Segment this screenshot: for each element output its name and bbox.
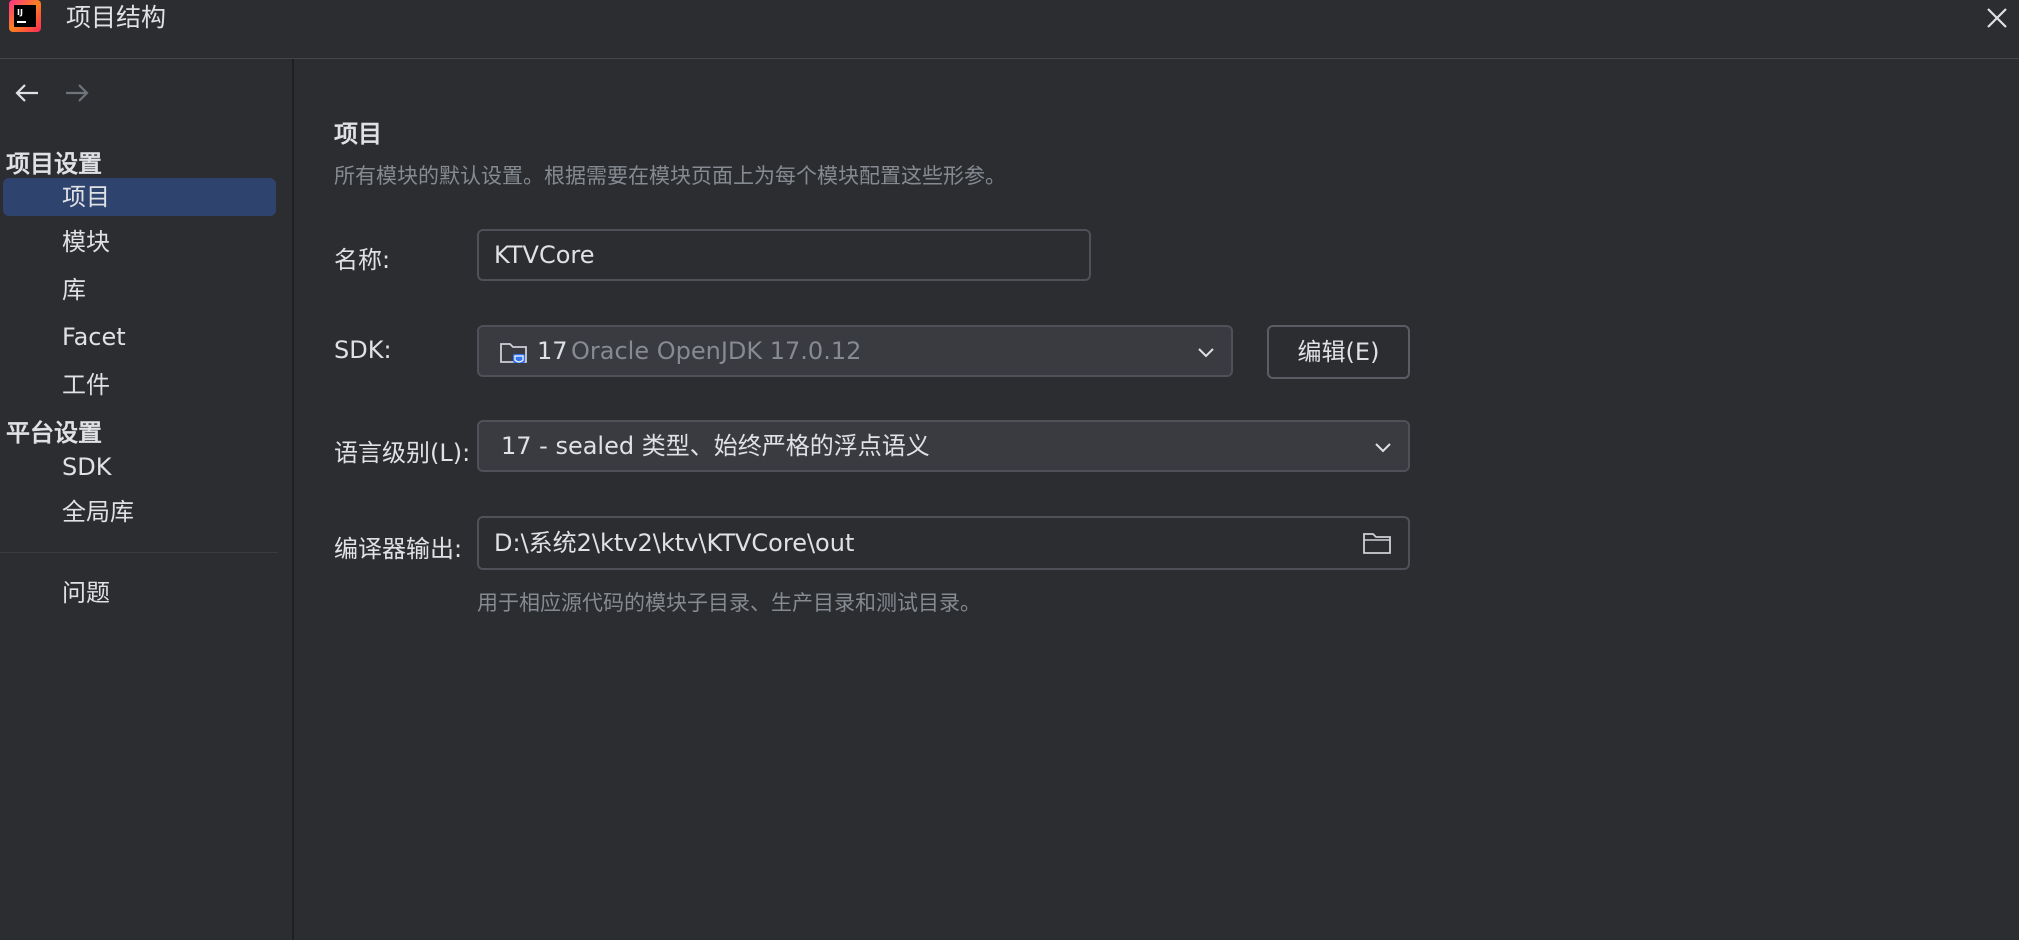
title-bar: IJ 项目结构 bbox=[0, 0, 2019, 59]
compiler-output-hint: 用于相应源代码的模块子目录、生产目录和测试目录。 bbox=[477, 591, 981, 615]
name-field[interactable]: KTVCore bbox=[477, 229, 1091, 281]
sidebar-item-project[interactable]: 项目 bbox=[3, 178, 276, 216]
sdk-label: SDK: bbox=[334, 336, 392, 364]
sidebar-item-facets[interactable]: Facet bbox=[3, 318, 276, 356]
compiler-output-field[interactable]: D:\系统2\ktv2\ktv\KTVCore\out bbox=[477, 516, 1410, 570]
compiler-output-value: D:\系统2\ktv2\ktv\KTVCore\out bbox=[494, 529, 855, 557]
sidebar-item-global-libraries[interactable]: 全局库 bbox=[3, 493, 276, 531]
platform-settings-title: 平台设置 bbox=[6, 419, 102, 447]
language-level-label: 语言级别(L): bbox=[334, 439, 471, 467]
language-level-select[interactable]: 17 - sealed 类型、始终严格的浮点语义 bbox=[477, 420, 1410, 472]
compiler-output-label: 编译器输出: bbox=[334, 535, 463, 563]
page-description: 所有模块的默认设置。根据需要在模块页面上为每个模块配置这些形参。 bbox=[334, 164, 1006, 188]
language-level-value: 17 - sealed 类型、始终严格的浮点语义 bbox=[501, 432, 930, 460]
project-settings-title: 项目设置 bbox=[6, 150, 102, 178]
sidebar-item-sdks[interactable]: SDK bbox=[3, 448, 276, 486]
arrow-left-icon[interactable] bbox=[12, 78, 42, 108]
sdk-select[interactable]: 17 Oracle OpenJDK 17.0.12 bbox=[477, 325, 1233, 377]
sidebar-item-modules[interactable]: 模块 bbox=[3, 223, 276, 261]
sidebar-item-libraries[interactable]: 库 bbox=[3, 271, 276, 309]
intellij-logo-icon: IJ bbox=[9, 0, 41, 32]
folder-icon[interactable] bbox=[1362, 530, 1392, 556]
chevron-down-icon bbox=[1375, 443, 1391, 453]
page-title: 项目 bbox=[334, 120, 382, 148]
window-title: 项目结构 bbox=[66, 3, 167, 32]
edit-sdk-button[interactable]: 编辑(E) bbox=[1267, 325, 1410, 379]
logo-text: IJ bbox=[17, 8, 23, 17]
sidebar-item-problems[interactable]: 问题 bbox=[3, 574, 276, 612]
chevron-down-icon bbox=[1198, 348, 1214, 358]
sidebar-divider bbox=[0, 552, 278, 553]
name-label: 名称: bbox=[334, 246, 391, 274]
sdk-version: 17 bbox=[537, 337, 568, 365]
sdk-folder-icon bbox=[500, 343, 527, 363]
sdk-name: Oracle OpenJDK 17.0.12 bbox=[571, 337, 862, 365]
sidebar-item-artifacts[interactable]: 工件 bbox=[3, 366, 276, 404]
close-icon[interactable] bbox=[1983, 4, 2011, 32]
arrow-right-icon[interactable] bbox=[62, 78, 92, 108]
